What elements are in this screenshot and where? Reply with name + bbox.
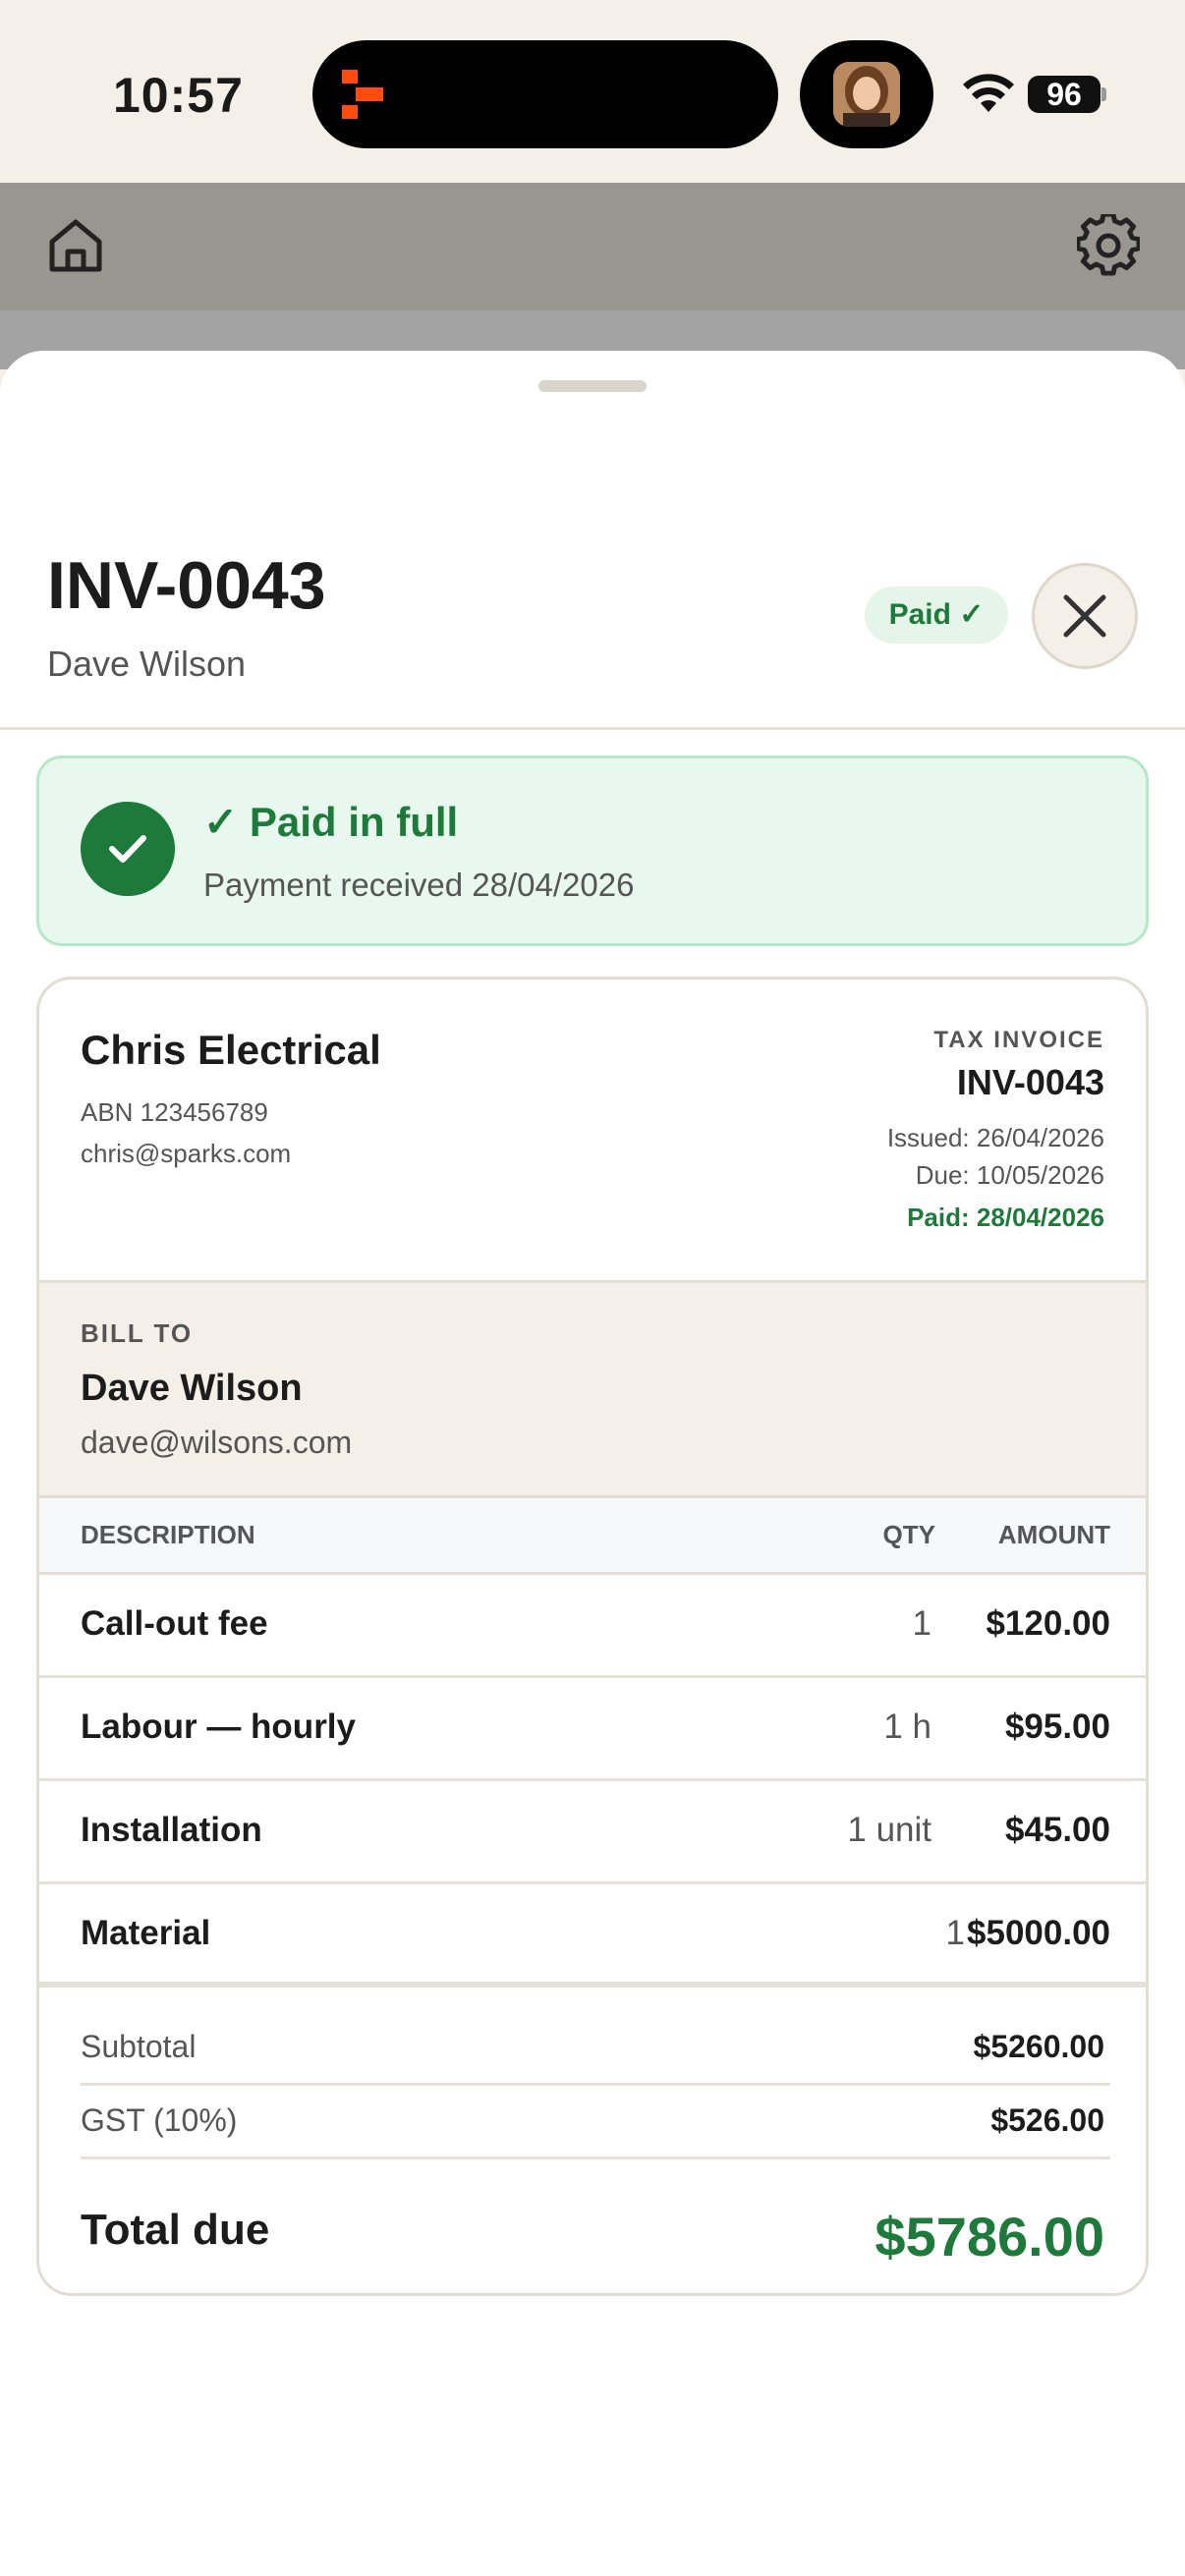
business-name: Chris Electrical (81, 1027, 381, 1073)
row-qty: 1 (945, 1914, 965, 1952)
battery-indicator: 96 (1028, 76, 1100, 113)
invoice-number: INV-0043 (956, 1062, 1104, 1102)
status-bar: 10:57 96 (0, 0, 1185, 183)
row-description: Material (81, 1914, 211, 1952)
dynamic-island (312, 40, 778, 148)
divider (0, 727, 1185, 730)
client-name: Dave Wilson (47, 644, 247, 684)
due-date: Due: 10/05/2026 (915, 1160, 1104, 1190)
page-title: INV-0043 (47, 548, 326, 623)
subtotal-label: Subtotal (81, 2029, 197, 2064)
avatar (833, 62, 900, 127)
status-badge: Paid ✓ (865, 587, 1008, 644)
row-amount: $45.00 (1004, 1811, 1110, 1849)
table-row: Call-out fee 1 $120.00 (39, 1575, 1146, 1678)
paid-banner: ✓ Paid in full Payment received 28/04/20… (36, 756, 1149, 946)
total-due-value: $5786.00 (875, 2206, 1104, 2268)
home-icon[interactable] (44, 214, 107, 277)
bill-to-label: BILL TO (81, 1318, 194, 1348)
row-amount: $120.00 (986, 1604, 1110, 1643)
divider (81, 2083, 1110, 2086)
battery-tip (1101, 87, 1106, 101)
screen: 10:57 96 INV-0043 Dave Wilson Paid ✓ ✓ P… (0, 0, 1185, 2576)
business-email: chris@sparks.com (81, 1139, 292, 1168)
subtotal-value: $5260.00 (973, 2029, 1104, 2064)
row-description: Installation (81, 1811, 262, 1849)
wifi-icon (963, 74, 1014, 112)
column-header-amount: AMOUNT (997, 1520, 1110, 1549)
close-icon (1063, 594, 1106, 638)
row-description: Labour — hourly (81, 1708, 356, 1746)
app-header (0, 183, 1185, 310)
row-description: Call-out fee (81, 1604, 268, 1643)
issued-date: Issued: 26/04/2026 (886, 1123, 1104, 1152)
row-qty: 1 h (883, 1708, 931, 1746)
live-activity-pill (800, 40, 933, 148)
sheet-grabber[interactable] (538, 380, 647, 392)
app-logo-icon (342, 70, 383, 119)
check-circle-icon (81, 802, 175, 896)
bill-to-email: dave@wilsons.com (81, 1425, 353, 1460)
gst-label: GST (10%) (81, 2102, 238, 2138)
banner-subtitle: Payment received 28/04/2026 (203, 867, 635, 903)
document-type: TAX INVOICE (933, 1027, 1104, 1053)
invoice-card: Chris Electrical ABN 123456789 chris@spa… (36, 977, 1149, 2296)
bill-to-name: Dave Wilson (81, 1368, 303, 1409)
table-row: Material 1 $5000.00 (39, 1884, 1146, 1988)
gst-value: $526.00 (990, 2102, 1104, 2138)
table-row: Installation 1 unit $45.00 (39, 1781, 1146, 1884)
row-amount: $95.00 (1004, 1708, 1110, 1746)
column-header-description: DESCRIPTION (81, 1520, 255, 1549)
divider (81, 2156, 1110, 2159)
gear-icon[interactable] (1077, 214, 1140, 277)
total-due-label: Total due (81, 2206, 270, 2254)
bill-to-section: BILL TO Dave Wilson dave@wilsons.com (39, 1280, 1146, 1498)
paid-date: Paid: 28/04/2026 (907, 1203, 1104, 1232)
business-abn: ABN 123456789 (81, 1097, 268, 1127)
banner-title: ✓ Paid in full (203, 799, 459, 845)
table-header: DESCRIPTION QTY AMOUNT (39, 1498, 1146, 1575)
row-amount: $5000.00 (967, 1914, 1110, 1952)
row-qty: 1 unit (847, 1811, 931, 1849)
status-time: 10:57 (113, 68, 244, 123)
close-button[interactable] (1032, 563, 1138, 669)
invoice-sheet: INV-0043 Dave Wilson Paid ✓ ✓ Paid in fu… (0, 351, 1185, 2576)
row-qty: 1 (912, 1604, 931, 1643)
column-header-qty: QTY (882, 1520, 935, 1549)
table-row: Labour — hourly 1 h $95.00 (39, 1678, 1146, 1781)
